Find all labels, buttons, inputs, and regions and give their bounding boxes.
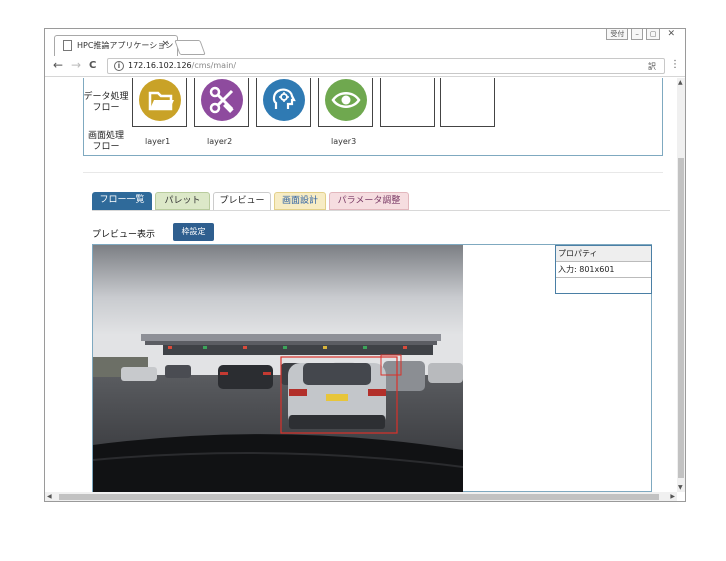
data-flow-label-line1: データ処理 xyxy=(83,92,129,102)
address-bar[interactable]: i 172.16.102.126/cms/main/ 訳 xyxy=(107,58,665,74)
layer-slot-1[interactable] xyxy=(132,78,187,127)
layer-label-2: layer2 xyxy=(207,137,233,146)
horizontal-scroll-thumb[interactable] xyxy=(59,494,659,500)
data-flow-label: データ処理 フロー xyxy=(80,92,132,114)
frame-settings-button[interactable]: 枠設定 xyxy=(173,223,214,241)
layer-label-1: layer1 xyxy=(145,137,171,146)
input-size-value: 入力: 801x601 xyxy=(556,262,651,278)
info-icon[interactable]: i xyxy=(114,61,124,71)
brain-icon xyxy=(263,79,305,121)
properties-header: プロパティ xyxy=(556,246,651,262)
scroll-up-icon[interactable]: ▲ xyxy=(678,79,683,86)
preview-title: プレビュー表示 xyxy=(92,230,156,240)
layer-slot-5[interactable] xyxy=(380,78,435,127)
tab-screen-design[interactable]: 画面設計 xyxy=(274,192,326,210)
scroll-right-icon[interactable]: ▶ xyxy=(670,493,675,500)
tab-preview[interactable]: プレビュー xyxy=(213,192,271,210)
url-text: 172.16.102.126/cms/main/ xyxy=(128,61,236,70)
horizontal-scrollbar[interactable]: ◀ ▶ xyxy=(45,492,677,501)
vertical-scroll-thumb[interactable] xyxy=(678,158,684,478)
tab-close-icon[interactable]: × xyxy=(161,39,169,49)
tab-title: HPC推論アプリケーション xyxy=(77,41,174,50)
preview-area: プロパティ 入力: 801x601 xyxy=(92,244,652,492)
forward-button[interactable]: → xyxy=(71,58,81,72)
new-tab-button[interactable] xyxy=(174,40,206,55)
reload-button[interactable]: C xyxy=(89,60,96,71)
image-flow-label-line1: 画面処理 xyxy=(87,131,124,141)
minimize-button[interactable]: – xyxy=(631,29,643,40)
layer-slot-4[interactable] xyxy=(318,78,373,127)
layer-label-4: layer3 xyxy=(331,137,357,146)
maximize-button[interactable]: ▢ xyxy=(645,29,661,40)
page-viewport: データ処理 フロー 画面処理 フロー layer1 layer2 layer3 … xyxy=(45,78,677,492)
preview-image xyxy=(93,245,463,492)
back-button[interactable]: ← xyxy=(53,58,63,72)
layer-slot-2[interactable] xyxy=(194,78,249,127)
tab-flow-list[interactable]: フロー一覧 xyxy=(92,192,152,210)
user-profile-button[interactable]: 受付 xyxy=(606,29,629,40)
layer-slot-6[interactable] xyxy=(440,78,495,127)
folder-icon xyxy=(139,79,181,121)
browser-tab[interactable]: HPC推論アプリケーション × xyxy=(54,35,178,56)
translate-icon[interactable]: 訳 xyxy=(648,61,656,72)
scroll-down-icon[interactable]: ▼ xyxy=(678,484,683,491)
vertical-scrollbar[interactable]: ▲ ▼ xyxy=(677,78,685,492)
data-flow-label-line2: フロー xyxy=(92,103,120,113)
browser-window: HPC推論アプリケーション × 受付 – ▢ ✕ ← → C i 172.16.… xyxy=(44,28,686,502)
window-controls: 受付 – ▢ ✕ xyxy=(606,29,679,40)
eye-icon xyxy=(325,79,367,121)
navigation-bar: ← → C i 172.16.102.126/cms/main/ 訳 ⋮ xyxy=(45,56,685,77)
close-window-button[interactable]: ✕ xyxy=(663,29,679,40)
image-flow-label: 画面処理 フロー xyxy=(82,131,130,153)
tab-strip: HPC推論アプリケーション × 受付 – ▢ ✕ xyxy=(45,29,685,56)
layer-slot-3[interactable] xyxy=(256,78,311,127)
tab-underline xyxy=(92,210,670,211)
tab-palette[interactable]: パレット xyxy=(155,192,210,210)
scroll-left-icon[interactable]: ◀ xyxy=(47,493,52,500)
tools-icon xyxy=(201,79,243,121)
image-flow-label-line2: フロー xyxy=(92,142,120,152)
tab-parameter-tuning[interactable]: パラメータ調整 xyxy=(329,192,409,210)
page-icon xyxy=(63,40,72,51)
section-divider xyxy=(83,172,663,173)
menu-icon[interactable]: ⋮ xyxy=(670,59,680,70)
properties-panel: プロパティ 入力: 801x601 xyxy=(555,245,652,294)
flow-panel: データ処理 フロー 画面処理 フロー layer1 layer2 layer3 xyxy=(83,78,663,156)
url-path: /cms/main/ xyxy=(191,61,237,70)
url-host: 172.16.102.126 xyxy=(128,61,192,70)
